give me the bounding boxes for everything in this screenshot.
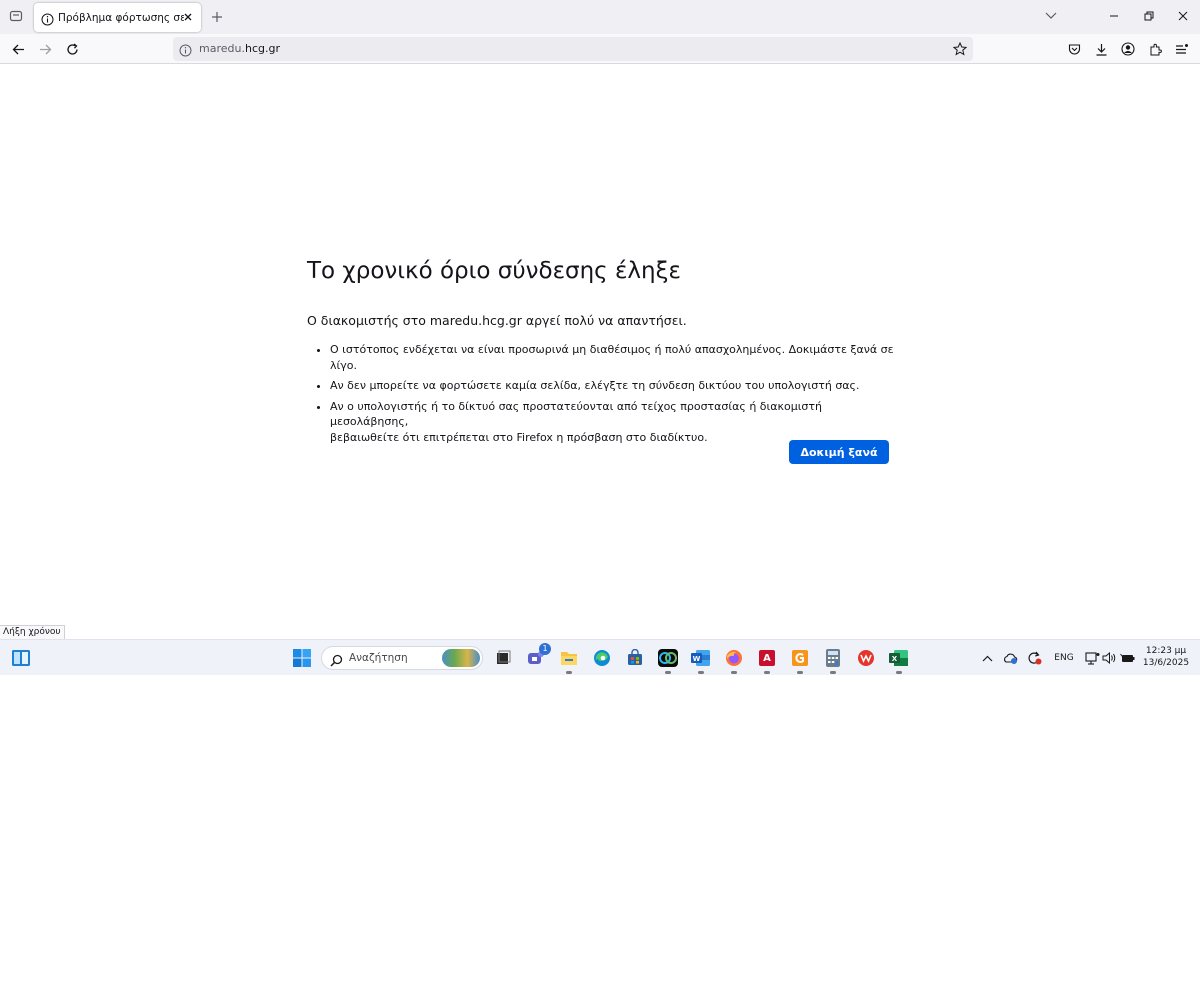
status-tooltip: Λήξη χρόνου	[0, 625, 65, 640]
svg-text:W: W	[693, 655, 701, 663]
running-indicator	[896, 671, 902, 674]
downloads-icon[interactable]	[1091, 39, 1111, 59]
language-indicator[interactable]: ENG	[1052, 650, 1076, 666]
sync-status-icon[interactable]	[1026, 650, 1042, 666]
taskbar: Αναζήτηση 1 W A X ENG 12:23 μμ 13/6/2025	[0, 639, 1200, 675]
error-suggestions: Ο ιστότοπος ενδέχεται να είναι προσωρινά…	[307, 342, 897, 445]
edge-icon[interactable]	[592, 648, 612, 668]
running-indicator	[830, 671, 836, 674]
search-placeholder: Αναζήτηση	[349, 652, 408, 664]
tab-title: Πρόβλημα φόρτωσης σελίδας	[58, 11, 184, 24]
reload-icon[interactable]	[62, 39, 82, 59]
list-all-tabs-icon[interactable]	[1040, 6, 1062, 26]
word-icon[interactable]: W	[691, 648, 711, 674]
wps-icon[interactable]	[856, 648, 876, 668]
menu-icon[interactable]	[1172, 39, 1192, 59]
svg-text:X: X	[892, 655, 898, 663]
restore-icon[interactable]	[1138, 6, 1160, 26]
new-tab-icon[interactable]	[208, 8, 226, 26]
taskbar-app-icon[interactable]	[790, 648, 810, 674]
navigation-toolbar: maredu.hcg.gr	[0, 34, 1200, 64]
suggestion-line: Αν ο υπολογιστής ή το δίκτυό σας προστατ…	[330, 399, 822, 429]
webex-icon[interactable]	[658, 648, 678, 674]
clock-date: 13/6/2025	[1142, 658, 1190, 668]
try-again-button[interactable]: Δοκιμή ξανά	[789, 440, 889, 464]
running-indicator	[764, 671, 770, 674]
account-icon[interactable]	[1118, 39, 1138, 59]
running-indicator	[665, 671, 671, 674]
error-title: Το χρονικό όριο σύνδεσης έληξε	[307, 258, 681, 284]
notification-badge: 1	[539, 643, 551, 655]
search-icon	[330, 652, 343, 667]
onedrive-icon[interactable]	[1003, 650, 1019, 666]
back-arrow-icon[interactable]	[8, 39, 28, 59]
excel-icon[interactable]: X	[889, 648, 909, 674]
network-icon[interactable]	[1084, 650, 1100, 666]
file-explorer-icon[interactable]	[559, 648, 579, 674]
close-window-icon[interactable]	[1172, 6, 1194, 26]
running-indicator	[731, 671, 737, 674]
running-indicator	[797, 671, 803, 674]
volume-icon[interactable]	[1102, 650, 1116, 666]
tab-active[interactable]: Πρόβλημα φόρτωσης σελίδας	[34, 3, 201, 32]
task-view-icon[interactable]	[493, 648, 513, 668]
running-indicator	[698, 671, 704, 674]
calculator-icon[interactable]	[823, 648, 843, 674]
battery-icon[interactable]	[1120, 650, 1136, 666]
firefox-icon[interactable]	[724, 648, 744, 674]
minimize-icon[interactable]	[1103, 6, 1125, 26]
info-icon	[41, 11, 54, 26]
close-tab-icon[interactable]	[181, 10, 195, 24]
error-content: Το χρονικό όριο σύνδεσης έληξε Ο διακομι…	[307, 255, 897, 450]
suggestion-item: Αν ο υπολογιστής ή το δίκτυό σας προστατ…	[330, 399, 897, 446]
teams-icon[interactable]: 1	[526, 643, 551, 668]
autocad-icon[interactable]: A	[757, 648, 777, 674]
clock-time: 12:23 μμ	[1145, 646, 1187, 656]
url-domain: hcg.gr	[244, 42, 280, 55]
suggestion-item: Αν δεν μπορείτε να φορτώσετε καμία σελίδ…	[330, 378, 897, 394]
svg-text:A: A	[763, 653, 771, 664]
url-bar[interactable]: maredu.hcg.gr	[173, 37, 973, 61]
show-hidden-icons-chevron-icon[interactable]	[980, 650, 994, 666]
extensions-icon[interactable]	[1145, 39, 1165, 59]
forward-arrow-icon[interactable]	[35, 39, 55, 59]
start-icon[interactable]	[292, 648, 312, 668]
site-info-icon[interactable]	[179, 42, 193, 57]
tab-strip: Πρόβλημα φόρτωσης σελίδας	[0, 0, 1200, 34]
bookmark-star-icon[interactable]	[951, 40, 969, 58]
pocket-icon[interactable]	[1064, 39, 1084, 59]
search-highlight-image	[442, 649, 480, 667]
running-indicator	[566, 671, 572, 674]
clock[interactable]: 12:23 μμ 13/6/2025	[1140, 645, 1192, 669]
suggestion-item: Ο ιστότοπος ενδέχεται να είναι προσωρινά…	[330, 342, 897, 373]
tab-list-icon[interactable]	[6, 6, 26, 26]
store-icon[interactable]	[625, 648, 645, 668]
error-description: Ο διακομιστής στο maredu.hcg.gr αργεί πο…	[307, 313, 687, 328]
url-text: maredu.hcg.gr	[199, 42, 280, 55]
widgets-icon[interactable]	[11, 648, 31, 668]
url-prefix: maredu.	[199, 42, 245, 55]
taskbar-search[interactable]: Αναζήτηση	[321, 646, 483, 670]
